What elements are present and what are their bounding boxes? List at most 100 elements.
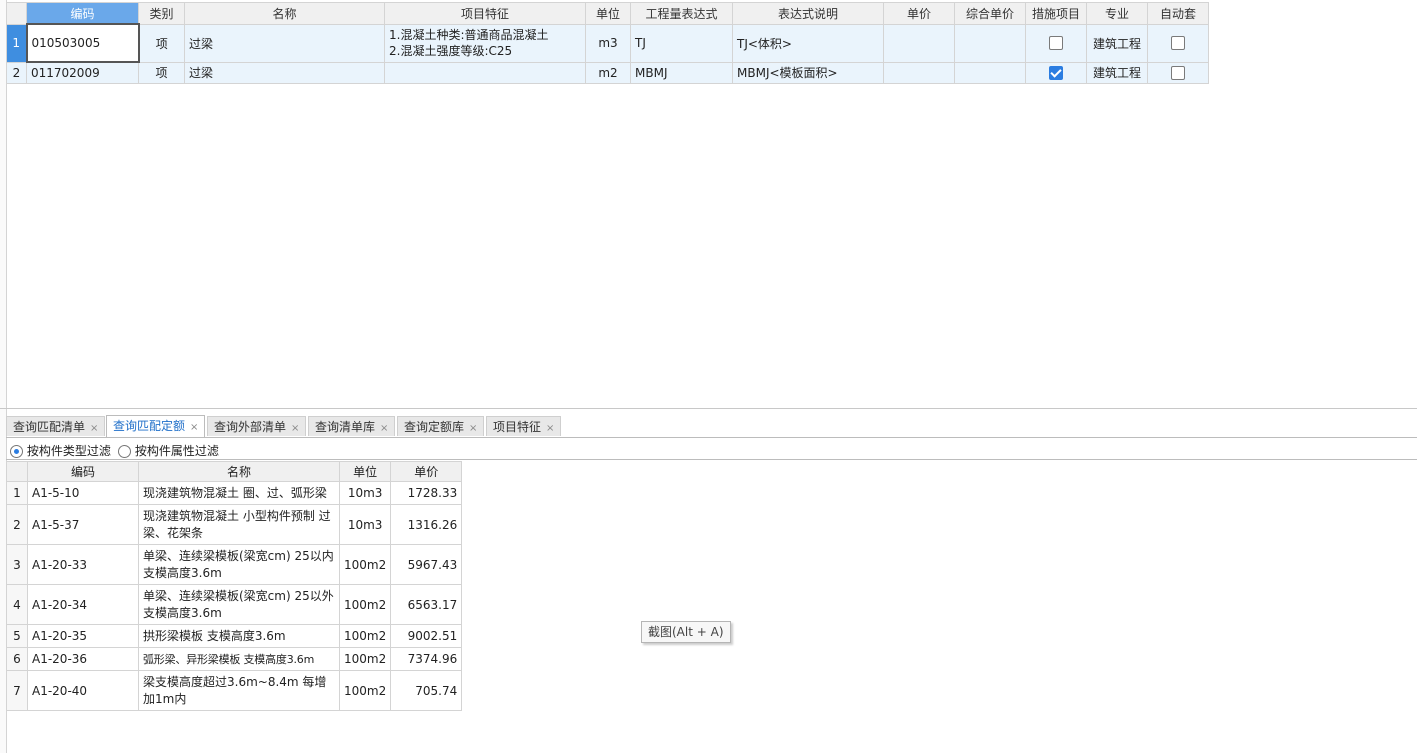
tab-project-feature[interactable]: 项目特征 × [486,416,562,436]
cell-total-price[interactable] [954,61,1026,84]
cell-price[interactable]: 705.74 [390,670,463,711]
cell-unit[interactable]: m3 [585,23,631,63]
header-type[interactable]: 类别 [138,2,185,25]
radio-icon[interactable] [118,445,131,458]
cell-unit[interactable]: 100m2 [338,647,392,671]
cell-name[interactable]: 现浇建筑物混凝土 小型构件预制 过梁、花架条 [138,504,340,545]
cell-code[interactable]: A1-20-36 [27,647,139,671]
cell-code[interactable]: A1-20-33 [27,544,139,585]
close-icon[interactable]: × [469,423,477,434]
table-row[interactable]: 6 A1-20-36 弧形梁、异形梁模板 支模高度3.6m 100m2 7374… [6,647,463,671]
cell-major[interactable]: 建筑工程 [1086,61,1148,84]
cell-code[interactable]: A1-5-10 [27,481,139,505]
header-price[interactable]: 单价 [390,461,463,482]
table-row[interactable]: 4 A1-20-34 单梁、连续梁模板(梁宽cm) 25以外 支模高度3.6m … [6,584,463,625]
cell-unit[interactable]: 100m2 [338,544,392,585]
cell-unit[interactable]: 10m3 [338,481,392,505]
close-icon[interactable]: × [546,423,554,434]
tab-match-quota[interactable]: 查询匹配定额 × [106,415,206,437]
header-name[interactable]: 名称 [184,2,385,25]
header-major[interactable]: 专业 [1086,2,1148,25]
header-unit[interactable]: 单位 [338,461,392,482]
cell-expression[interactable]: TJ [630,23,733,63]
cell-unit[interactable]: m2 [585,61,631,84]
cell-name[interactable]: 弧形梁、异形梁模板 支模高度3.6m [138,647,340,671]
corner-cell[interactable] [6,2,27,25]
cell-price[interactable]: 7374.96 [390,647,463,671]
tab-match-bill[interactable]: 查询匹配清单 × [6,416,106,436]
cell-name[interactable]: 单梁、连续梁模板(梁宽cm) 25以外 支模高度3.6m [138,584,340,625]
cell-price[interactable]: 5967.43 [390,544,463,585]
cell-total-price[interactable] [954,23,1026,63]
cell-expression-desc[interactable]: TJ<体积> [732,23,884,63]
cell-code[interactable]: A1-20-35 [27,624,139,648]
measure-checkbox[interactable] [1049,36,1063,51]
cell-name[interactable]: 过梁 [184,23,385,63]
table-row[interactable]: 7 A1-20-40 梁支模高度超过3.6m~8.4m 每增加1m内 100m2… [6,670,463,711]
cell-name[interactable]: 过梁 [184,61,385,84]
tab-quota-library[interactable]: 查询定额库 × [397,416,485,436]
table-row[interactable]: 5 A1-20-35 拱形梁模板 支模高度3.6m 100m2 9002.51 [6,624,463,648]
cell-name[interactable]: 现浇建筑物混凝土 圈、过、弧形梁 [138,481,340,505]
table-row[interactable]: 1 010503005 项 过梁 1.混凝土种类:普通商品混凝土 2.混凝土强度… [6,23,1209,63]
table-row[interactable]: 2 A1-5-37 现浇建筑物混凝土 小型构件预制 过梁、花架条 10m3 13… [6,504,463,545]
cell-price[interactable] [883,61,955,84]
cell-code[interactable]: 010503005 [25,23,140,63]
cell-name[interactable]: 拱形梁模板 支模高度3.6m [138,624,340,648]
cell-auto[interactable] [1147,23,1209,63]
cell-measure[interactable] [1025,61,1087,84]
close-icon[interactable]: × [190,422,198,433]
header-auto[interactable]: 自动套 [1147,2,1209,25]
header-code[interactable]: 编码 [27,461,139,482]
header-price[interactable]: 单价 [883,2,955,25]
header-expression-desc[interactable]: 表达式说明 [732,2,884,25]
header-name[interactable]: 名称 [138,461,340,482]
tab-external-bill[interactable]: 查询外部清单 × [207,416,307,436]
header-expression[interactable]: 工程量表达式 [630,2,733,25]
cell-unit[interactable]: 100m2 [338,624,392,648]
radio-icon[interactable] [10,445,23,458]
close-icon[interactable]: × [90,423,98,434]
row-number[interactable]: 2 [6,61,27,84]
cell-feature[interactable]: 1.混凝土种类:普通商品混凝土 2.混凝土强度等级:C25 [384,23,586,63]
cell-price[interactable]: 1728.33 [390,481,463,505]
cell-name[interactable]: 梁支模高度超过3.6m~8.4m 每增加1m内 [138,670,340,711]
row-number[interactable]: 3 [6,544,28,585]
cell-price[interactable]: 1316.26 [390,504,463,545]
row-number[interactable]: 6 [6,647,28,671]
filter-by-attribute[interactable]: 按构件属性过滤 [118,442,219,459]
close-icon[interactable]: × [380,423,388,434]
tab-bill-library[interactable]: 查询清单库 × [308,416,396,436]
close-icon[interactable]: × [291,423,299,434]
row-number[interactable]: 1 [6,23,27,63]
cell-type[interactable]: 项 [138,61,185,84]
table-row[interactable]: 3 A1-20-33 单梁、连续梁模板(梁宽cm) 25以内 支模高度3.6m … [6,544,463,585]
filter-by-type[interactable]: 按构件类型过滤 [10,442,111,459]
header-unit[interactable]: 单位 [585,2,631,25]
cell-unit[interactable]: 100m2 [338,670,392,711]
table-row[interactable]: 1 A1-5-10 现浇建筑物混凝土 圈、过、弧形梁 10m3 1728.33 [6,481,463,505]
cell-major[interactable]: 建筑工程 [1086,23,1148,63]
cell-price[interactable]: 9002.51 [390,624,463,648]
row-number[interactable]: 2 [6,504,28,545]
cell-price[interactable]: 6563.17 [390,584,463,625]
row-number[interactable]: 5 [6,624,28,648]
header-measure[interactable]: 措施项目 [1025,2,1087,25]
row-number[interactable]: 4 [6,584,28,625]
cell-name[interactable]: 单梁、连续梁模板(梁宽cm) 25以内 支模高度3.6m [138,544,340,585]
corner-cell[interactable] [6,461,28,482]
row-number[interactable]: 1 [6,481,28,505]
auto-checkbox[interactable] [1171,65,1185,80]
row-number[interactable]: 7 [6,670,28,711]
header-feature[interactable]: 项目特征 [384,2,586,25]
cell-type[interactable]: 项 [138,23,185,63]
cell-unit[interactable]: 10m3 [338,504,392,545]
cell-expression-desc[interactable]: MBMJ<模板面积> [732,61,884,84]
auto-checkbox[interactable] [1171,36,1185,51]
cell-unit[interactable]: 100m2 [338,584,392,625]
measure-checkbox[interactable] [1049,65,1063,80]
cell-feature[interactable] [384,61,586,84]
cell-measure[interactable] [1025,23,1087,63]
header-code[interactable]: 编码 [26,2,139,25]
table-row[interactable]: 2 011702009 项 过梁 m2 MBMJ MBMJ<模板面积> 建筑工程 [6,61,1209,84]
